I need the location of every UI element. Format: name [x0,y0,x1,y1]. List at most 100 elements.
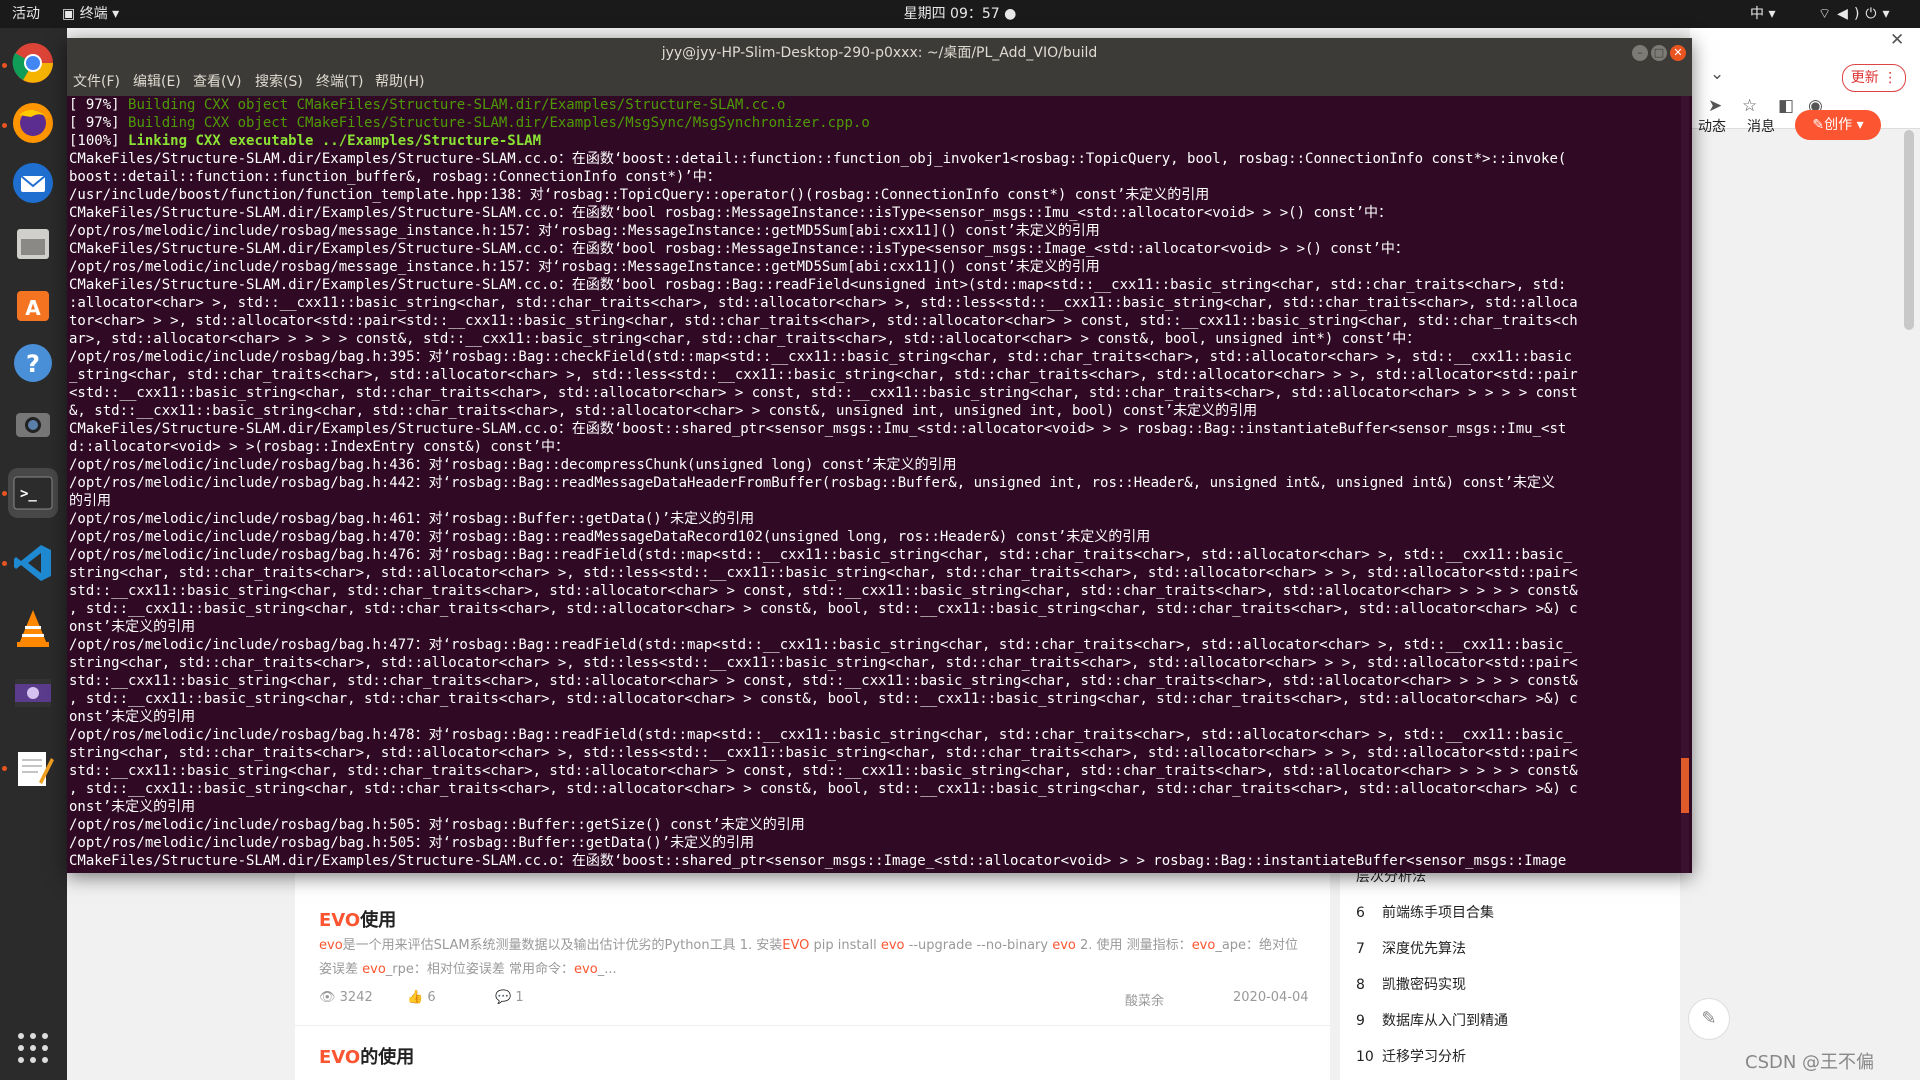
line-text: :allocator<char> >, std::__cxx11::basic_… [69,295,1578,311]
desc-text: 2. 使用 测量指标： [1075,938,1192,953]
likes-value: 6 [427,990,436,1005]
menu-view[interactable]: 查看(V) [193,68,242,96]
video-icon[interactable] [8,668,58,718]
send-icon[interactable]: ➤ [1708,96,1722,116]
terminal-line: tor<char> > >, std::allocator<std::pair<… [67,312,1677,330]
line-text: /opt/ros/melodic/include/rosbag/bag.h:47… [69,727,1573,743]
update-label: 更新 [1850,70,1879,86]
vscode-icon[interactable] [8,538,58,588]
line-text: onst’未定义的引用 [69,619,196,635]
dock: A ? >_ [0,28,67,1080]
close-icon[interactable]: ✕ [1890,30,1904,50]
line-text: /opt/ros/melodic/include/rosbag/bag.h:46… [69,511,755,527]
maximize-button[interactable]: □ [1651,45,1667,61]
nav-messages[interactable]: 消息 [1747,116,1775,136]
chevron-down-icon: ▾ [1882,6,1896,22]
terminal-line: onst’未定义的引用 [67,618,1677,636]
line-text: std::__cxx11::basic_string<char, std::ch… [69,763,1578,779]
system-menu[interactable]: ⌔◀)⏻▾ [1818,0,1896,28]
software-center-icon[interactable]: A [8,278,58,328]
line-text: /opt/ros/melodic/include/rosbag/bag.h:44… [69,475,1556,491]
terminal-output[interactable]: [ 97%] Building CXX object CMakeFiles/St… [67,96,1677,873]
line-text: 的引用 [69,493,111,509]
terminal-scrollbar-track[interactable] [1681,96,1689,873]
create-button[interactable]: ✎创作 ▾ [1795,110,1881,140]
terminal-line: onst’未定义的引用 [67,708,1677,726]
pen-icon: ✎ [1812,117,1825,133]
desc-text: --upgrade --no-binary [904,938,1053,953]
line-text: CMakeFiles/Structure-SLAM.dir/Examples/S… [69,205,1393,221]
list-item[interactable]: 9 数据库从入门到精通 [1356,1010,1508,1030]
line-text: Building CXX object CMakeFiles/Structure… [128,115,870,131]
minimize-button[interactable]: – [1632,45,1648,61]
nav-dynamic[interactable]: 动态 [1698,116,1726,136]
line-text: string<char, std::char_traits<char>, std… [69,565,1578,581]
article-date: 2020-04-04 [1233,990,1309,1005]
menu-search[interactable]: 搜索(S) [255,68,303,96]
line-text: onst’未定义的引用 [69,709,196,725]
text-editor-icon[interactable] [8,743,58,793]
thunderbird-icon[interactable] [8,158,58,208]
running-indicator [2,766,7,771]
terminal-line: CMakeFiles/Structure-SLAM.dir/Examples/S… [67,204,1677,222]
apps-grid-icon[interactable] [8,1023,58,1073]
comments-count[interactable]: 💬 1 [495,990,524,1005]
line-text: /opt/ros/melodic/include/rosbag/bag.h:47… [69,547,1573,563]
terminal-line: /opt/ros/melodic/include/rosbag/bag.h:47… [67,726,1677,744]
terminal-icon[interactable]: >_ [8,468,58,518]
vlc-icon[interactable] [8,603,58,653]
sidepanel-icon[interactable]: ◧ [1778,96,1794,116]
terminal-line: :allocator<char> >, std::__cxx11::basic_… [67,294,1677,312]
desc-text: _... [597,962,617,977]
line-text: Linking CXX executable ../Examples/Struc… [128,133,542,149]
article-title[interactable]: EVO的使用 [319,1043,414,1069]
item-number: 7 [1356,941,1365,957]
line-text: /opt/ros/melodic/include/rosbag/bag.h:39… [69,349,1573,365]
help-icon[interactable]: ? [8,338,58,388]
chrome-icon[interactable] [8,38,58,88]
terminal-line: , std::__cxx11::basic_string<char, std::… [67,600,1677,618]
page-scrollbar[interactable] [1904,130,1914,330]
terminal-scrollbar-thumb[interactable] [1681,758,1689,813]
star-icon[interactable]: ☆ [1742,96,1757,116]
terminal-line: /opt/ros/melodic/include/rosbag/bag.h:47… [67,636,1677,654]
camera-icon[interactable] [8,398,58,448]
menu-edit[interactable]: 编辑(E) [133,68,181,96]
likes-count[interactable]: 👍 6 [407,990,436,1005]
close-button[interactable]: ✕ [1670,45,1686,61]
terminal-window[interactable]: jyy@jyy-HP-Slim-Desktop-290-p0xxx: ~/桌面/… [67,38,1692,873]
terminal-titlebar[interactable]: jyy@jyy-HP-Slim-Desktop-290-p0xxx: ~/桌面/… [67,38,1692,68]
item-number: 6 [1356,905,1365,921]
input-method-indicator[interactable]: 中 ▾ [1750,0,1775,28]
ime-label: 中 [1750,6,1764,22]
files-icon[interactable] [8,218,58,268]
article-author[interactable]: 酸菜余 [1125,990,1164,1009]
terminal-line: [ 97%] Building CXX object CMakeFiles/St… [67,96,1677,114]
terminal-line: <std::__cxx11::basic_string<char, std::c… [67,384,1677,402]
item-label: 深度优先算法 [1382,941,1466,957]
list-item[interactable]: 10 迁移学习分析 [1356,1046,1466,1066]
watermark: CSDN @王不偏 [1745,1052,1875,1073]
item-number: 9 [1356,1013,1365,1029]
list-item[interactable]: 8 凯撒密码实现 [1356,974,1466,994]
firefox-icon[interactable] [8,98,58,148]
menu-terminal[interactable]: 终端(T) [316,68,363,96]
menu-help[interactable]: 帮助(H) [375,68,424,96]
article-description[interactable]: evo是一个用来评估SLAM系统测量数据以及输出估计优劣的Python工具 1.… [319,934,1309,982]
terminal-line: [100%] Linking CXX executable ../Example… [67,132,1677,150]
menu-file[interactable]: 文件(F) [73,68,120,96]
progress-prefix: [ 97%] [69,97,129,113]
chevron-down-icon[interactable]: ⌄ [1710,64,1724,84]
line-text: &, std::__cxx11::basic_string<char, std:… [69,403,1258,419]
top-bar: 活动 ▣ 终端 ▾ 星期四 09：57 ● 中 ▾ ⌔◀)⏻▾ [0,0,1920,28]
svg-text:>_: >_ [20,486,37,502]
list-item[interactable]: 6 前端练手项目合集 [1356,902,1494,922]
running-indicator [2,123,7,128]
article-title[interactable]: EVO使用 [319,906,396,932]
edit-pencil-button[interactable]: ✎ [1688,998,1730,1040]
update-button[interactable]: 更新 ⋮ [1842,64,1906,92]
list-item[interactable]: 7 深度优先算法 [1356,938,1466,958]
terminal-line: string<char, std::char_traits<char>, std… [67,654,1677,672]
clock[interactable]: 星期四 09：57 ● [0,0,1920,28]
line-text: /opt/ros/melodic/include/rosbag/bag.h:50… [69,835,755,851]
